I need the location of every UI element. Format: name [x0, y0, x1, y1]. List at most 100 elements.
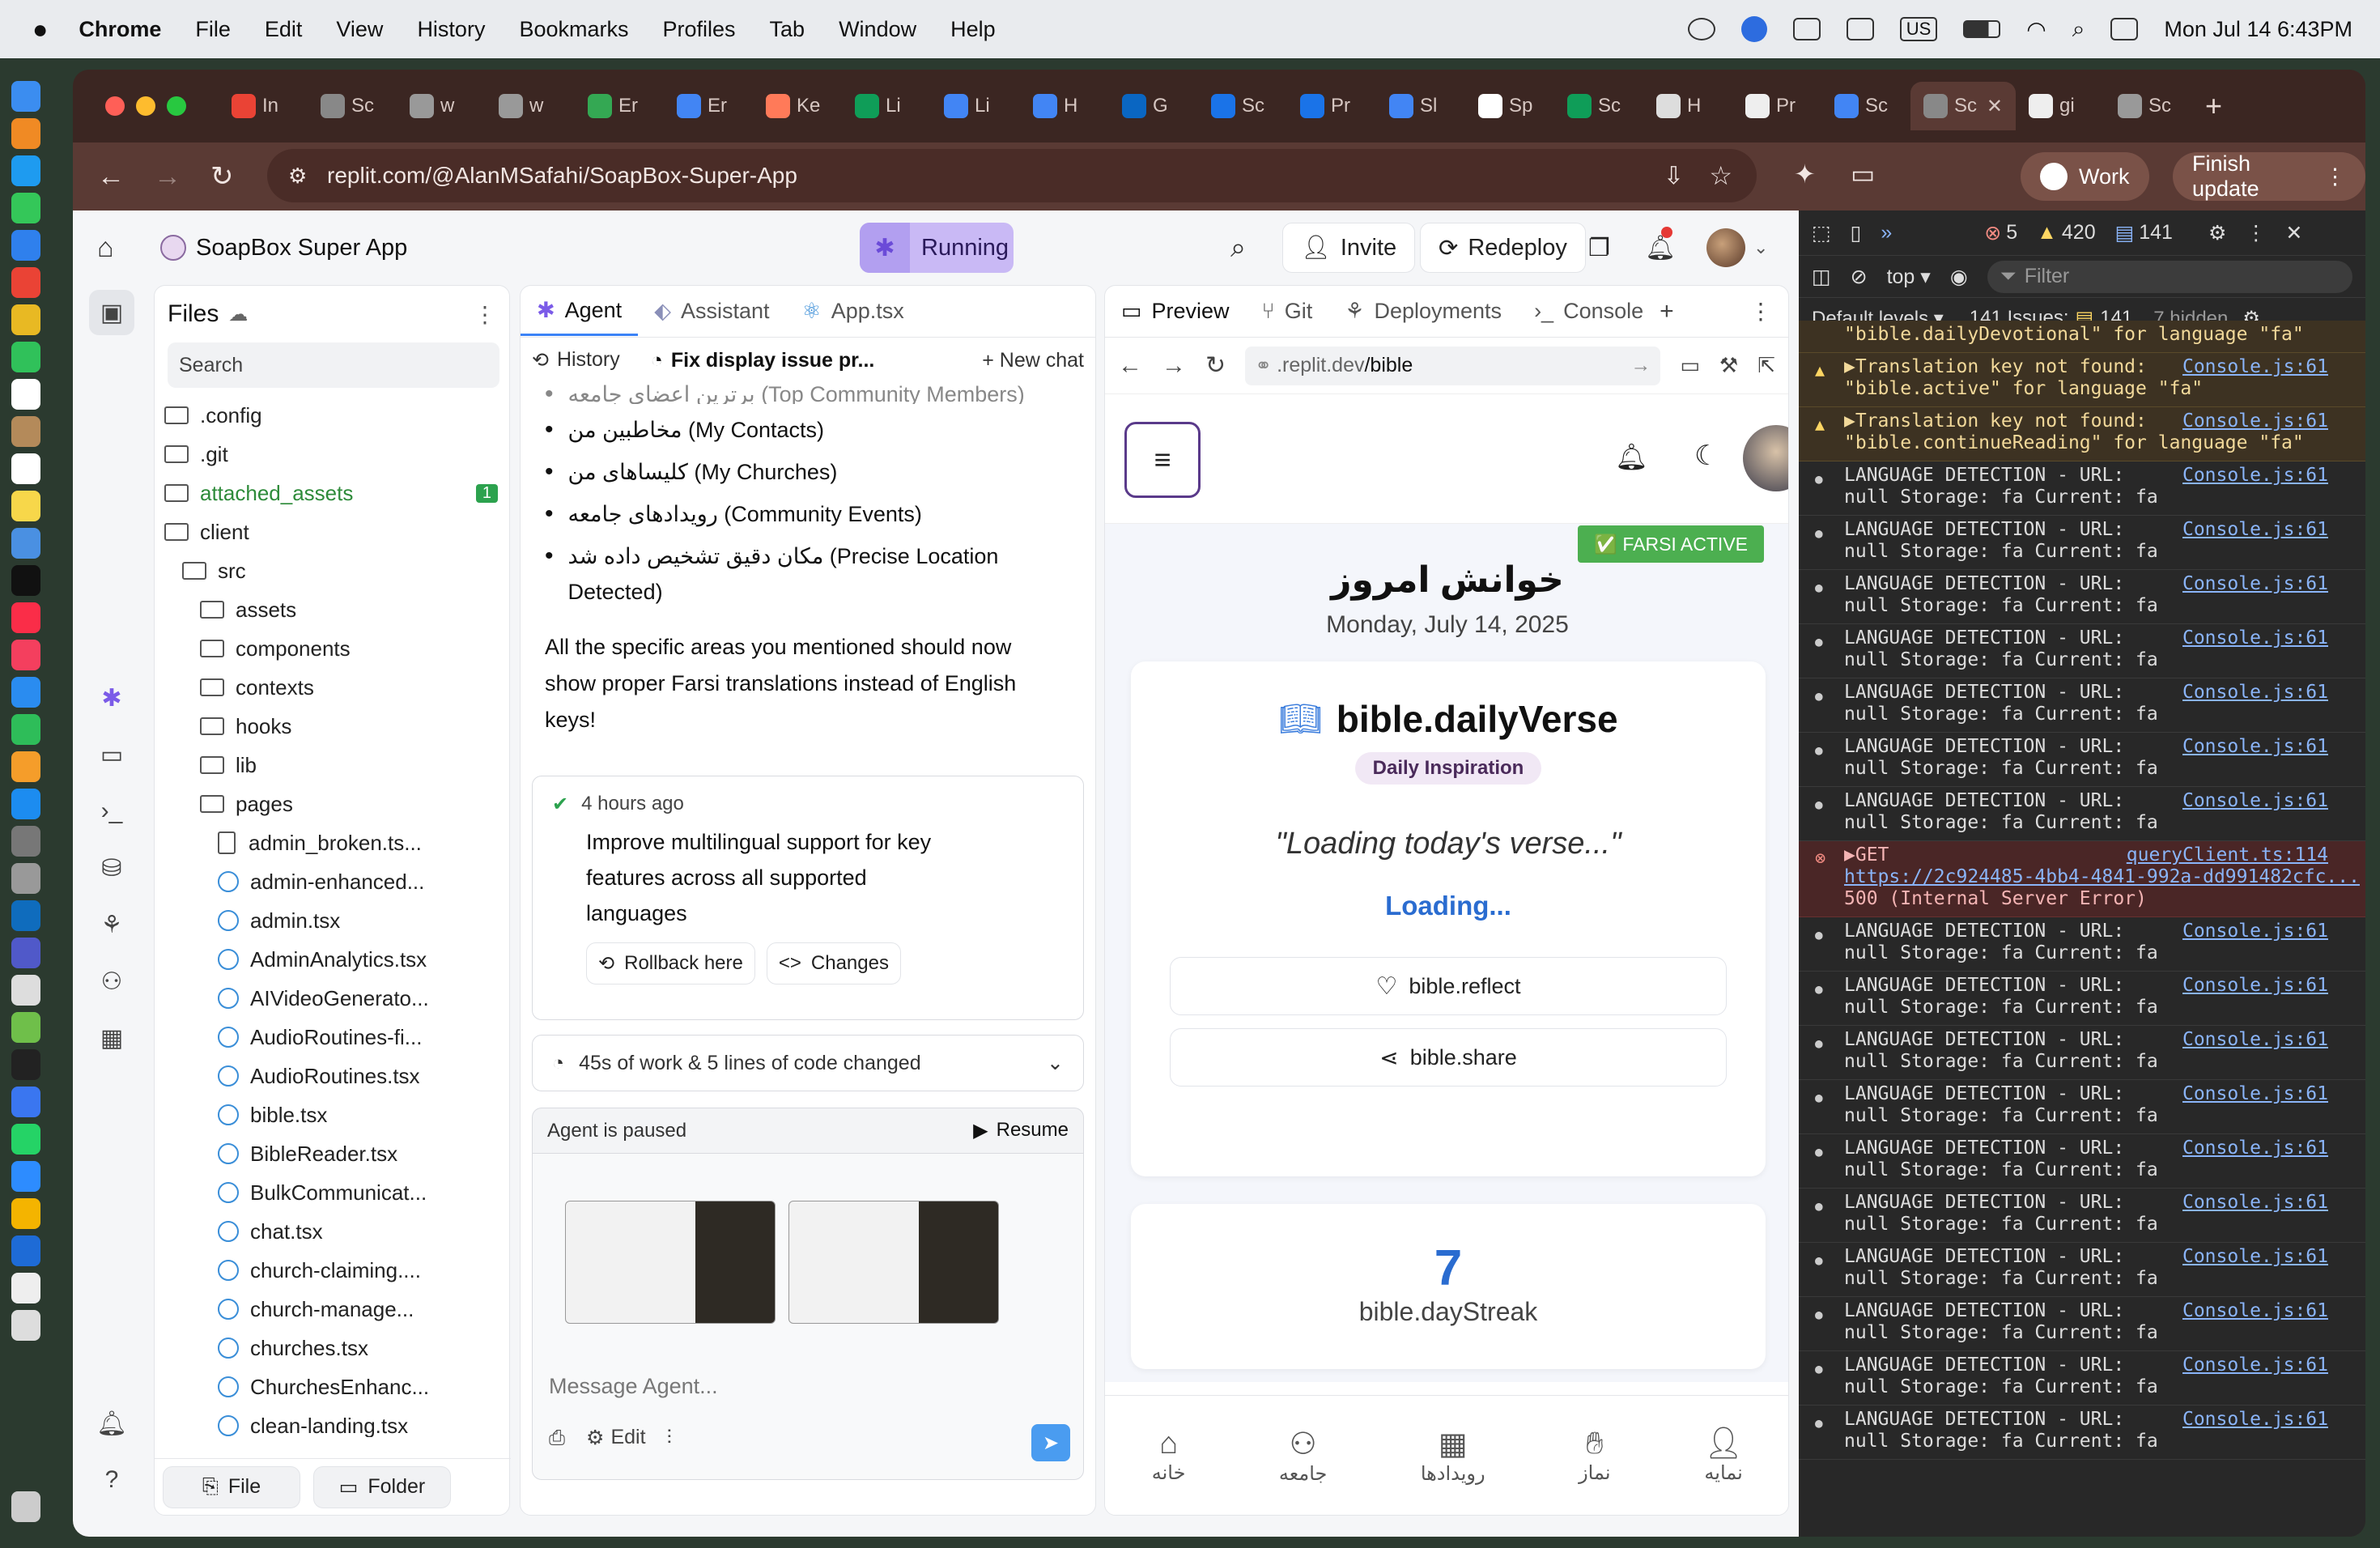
share-button[interactable]: ⋖ bible.share [1170, 1028, 1727, 1087]
back-icon[interactable]: ← [1118, 352, 1142, 380]
weather-icon[interactable] [1846, 18, 1874, 40]
more-vert-icon[interactable]: ⋮ [1749, 298, 1772, 325]
file-item[interactable]: clean-landing.tsx [164, 1406, 509, 1437]
file-item[interactable]: chat.tsx [164, 1212, 509, 1251]
dock-app-keynote-icon[interactable] [11, 677, 40, 708]
console-message[interactable]: ▲ ▶Translation key not found: "bible.activ… [1799, 353, 2365, 407]
dock-app-icon[interactable] [11, 267, 40, 298]
control-center-icon[interactable] [2110, 18, 2139, 40]
console-message[interactable]: ● LANGUAGE DETECTION - URL: null Storage: … [1799, 1026, 2365, 1080]
browser-tab[interactable]: Sc [308, 82, 397, 130]
nav-home[interactable]: ⌂ خانه [1152, 1427, 1186, 1485]
menu-hamburger-button[interactable]: ≡ [1124, 422, 1201, 498]
close-window-button[interactable] [105, 96, 125, 116]
browser-tab[interactable]: w [486, 82, 575, 130]
console-message[interactable]: ● LANGUAGE DETECTION - URL: null Storage: … [1799, 1351, 2365, 1406]
console-message[interactable]: ● LANGUAGE DETECTION - URL: null Storage: … [1799, 972, 2365, 1026]
project-name[interactable]: SoapBox Super App [196, 235, 407, 262]
copy-icon[interactable]: ❐ [1588, 234, 1610, 262]
folder-item[interactable]: pages [164, 785, 509, 823]
context-select[interactable]: top ▾ [1887, 265, 1931, 289]
dock-app-chrome-icon[interactable] [11, 1198, 40, 1229]
dock-app-finder-icon[interactable] [11, 81, 40, 112]
dock-app-photos-icon[interactable] [11, 304, 40, 335]
browser-tab[interactable]: Sc [2105, 82, 2194, 130]
search-icon[interactable]: ⌕ [1230, 232, 1246, 264]
file-item[interactable]: BibleReader.tsx [164, 1134, 509, 1173]
console-message[interactable]: ● LANGUAGE DETECTION - URL: null Storage: … [1799, 1297, 2365, 1351]
shell-tool-icon[interactable]: ›_ [89, 789, 134, 834]
console-message[interactable]: ● LANGUAGE DETECTION - URL: null Storage: … [1799, 1406, 2365, 1460]
console-message[interactable]: ● LANGUAGE DETECTION - URL: null Storage: … [1799, 570, 2365, 624]
file-item[interactable]: church-manage... [164, 1290, 509, 1329]
run-status-button[interactable]: ✱ Running [860, 223, 1014, 273]
dock-app-signal-icon[interactable] [11, 1087, 40, 1117]
file-item[interactable]: church-claiming.... [164, 1251, 509, 1290]
folder-item[interactable]: .git [164, 435, 509, 474]
source-link[interactable]: Console.js:61 [2182, 1354, 2328, 1376]
source-link[interactable]: Console.js:61 [2182, 736, 2328, 758]
preview-url-field[interactable]: ⚭ .replit.dev/bible → [1245, 346, 1661, 385]
browser-tab[interactable]: gi [2016, 82, 2105, 130]
send-button[interactable]: ➤ [1031, 1424, 1070, 1461]
dock-app-facetime-icon[interactable] [11, 342, 40, 372]
dock-app-icon[interactable] [11, 1235, 40, 1266]
dock-app-calendar-icon[interactable] [11, 379, 40, 410]
console-message[interactable]: ⊗ ▶GET https://2c924485-4bb4-4841-992a-dd9… [1799, 841, 2365, 917]
file-item[interactable]: AudioRoutines-fi... [164, 1018, 509, 1057]
browser-tab[interactable]: Sc [1554, 82, 1643, 130]
nav-prayer[interactable]: ✋︎ نماز [1579, 1427, 1610, 1485]
browser-tab[interactable]: G [1109, 82, 1198, 130]
console-message[interactable]: "bible.dailyDevotional" for language "fa… [1799, 321, 2365, 353]
home-icon[interactable]: ⌂ [97, 232, 114, 264]
battery-icon[interactable] [1963, 20, 2001, 38]
folder-item[interactable]: components [164, 629, 509, 668]
dock-app-icon[interactable] [11, 1273, 40, 1303]
browser-tab[interactable]: Pr [1287, 82, 1376, 130]
back-icon[interactable]: ← [97, 161, 125, 193]
console-message[interactable]: ● LANGUAGE DETECTION - URL: null Storage: … [1799, 461, 2365, 516]
close-tab-icon[interactable]: ✕ [1987, 95, 2003, 118]
users-tool-icon[interactable]: ⚇ [89, 959, 134, 1004]
dock-app-teams-icon[interactable] [11, 938, 40, 968]
replit-agent-tool-icon[interactable]: ✱ [89, 675, 134, 721]
tab-agent[interactable]: ✱ Agent [521, 287, 639, 336]
browser-tab[interactable]: Ke [753, 82, 842, 130]
close-devtools-icon[interactable]: ✕ [2285, 221, 2302, 245]
error-count[interactable]: ⊗ 5 [1984, 221, 2017, 245]
folder-item[interactable]: hooks [164, 707, 509, 746]
devtools-wrench-icon[interactable]: ⚒ [1719, 353, 1738, 378]
nav-events[interactable]: ▦ رویدادها [1421, 1426, 1485, 1486]
reload-icon[interactable]: ↻ [210, 160, 234, 193]
add-tab-icon[interactable]: + [1660, 298, 1674, 325]
browser-tab[interactable]: Sc [1198, 82, 1287, 130]
source-link[interactable]: Console.js:61 [2182, 1138, 2328, 1159]
forward-icon[interactable]: → [154, 161, 181, 193]
user-avatar[interactable] [1706, 228, 1745, 267]
dock-app-messages-icon[interactable] [11, 193, 40, 223]
menu-view[interactable]: View [336, 17, 383, 42]
wifi-icon[interactable]: ◠ [2026, 16, 2046, 43]
source-link[interactable]: Console.js:61 [2182, 519, 2328, 541]
dock-app-icon[interactable] [11, 863, 40, 894]
site-info-icon[interactable]: ⚙ [288, 164, 307, 189]
source-link[interactable]: Console.js:61 [2182, 356, 2328, 378]
message-input[interactable]: Message Agent... [549, 1374, 718, 1399]
minimize-window-button[interactable] [136, 96, 155, 116]
files-search-input[interactable]: Search [168, 342, 499, 388]
file-item[interactable]: churches.tsx [164, 1329, 509, 1367]
source-link[interactable]: Console.js:61 [2182, 1029, 2328, 1051]
edit-mode-button[interactable]: ⚙ Edit [586, 1426, 646, 1450]
files-menu-icon[interactable]: ⋮ [474, 301, 496, 328]
dock-app-outlook-icon[interactable] [11, 900, 40, 931]
menu-help[interactable]: Help [950, 17, 996, 42]
tab-app-tsx[interactable]: ⚛ App.tsx [786, 287, 920, 336]
folder-item[interactable]: .config [164, 396, 509, 435]
browser-tab[interactable]: Li [931, 82, 1020, 130]
tab-console[interactable]: ›_ Console [1518, 287, 1660, 336]
dock-app-numbers-icon[interactable] [11, 714, 40, 745]
device-icon[interactable]: ▭ [1680, 353, 1700, 378]
new-chat-button[interactable]: + New chat [982, 349, 1084, 372]
source-link[interactable]: Console.js:61 [2182, 1246, 2328, 1268]
console-message[interactable]: ● LANGUAGE DETECTION - URL: null Storage: … [1799, 917, 2365, 972]
